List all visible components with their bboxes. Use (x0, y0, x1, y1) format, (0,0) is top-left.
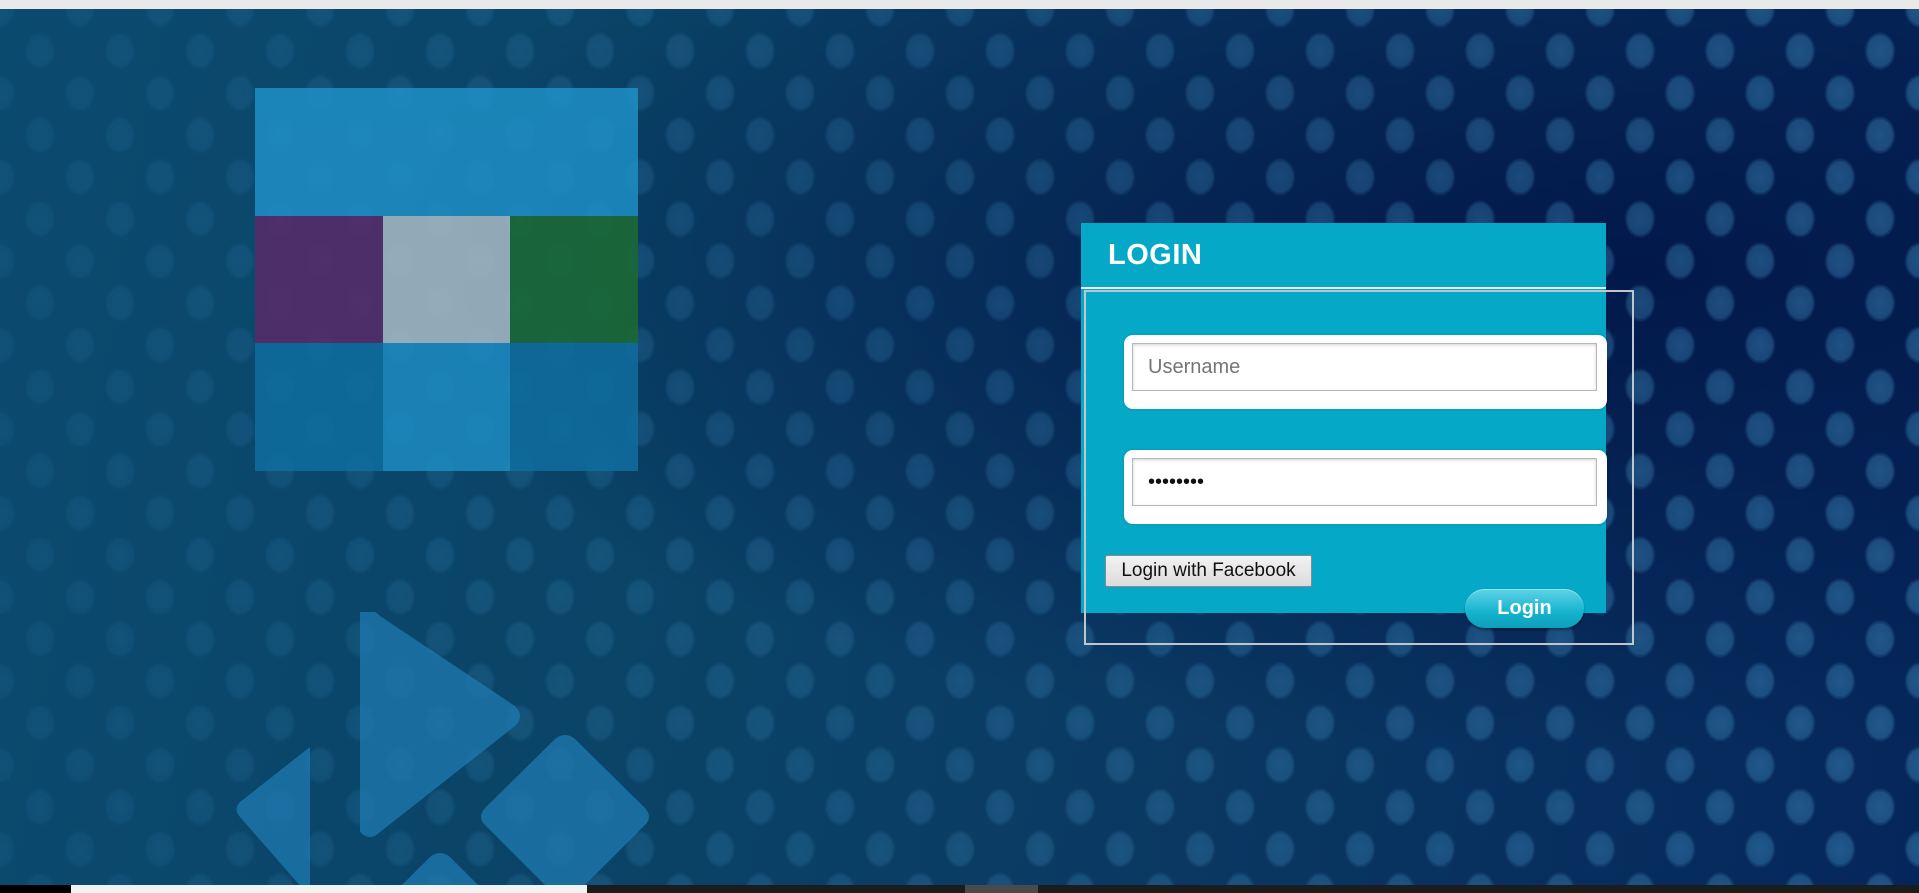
tile-light-blue (383, 343, 510, 471)
tile-dark-blue-right (510, 343, 638, 471)
tile-dark-blue-left (255, 343, 383, 471)
top-bar (0, 0, 1919, 9)
bottom-bar-segment-dark (0, 885, 71, 893)
tile-gray (383, 216, 510, 343)
bottom-bar-segment-light (71, 885, 587, 893)
bottom-bar (0, 885, 1919, 893)
kodi-logo-icon (236, 612, 649, 893)
tile-green (510, 216, 638, 343)
password-field-wrapper (1124, 450, 1607, 524)
login-button[interactable]: Login (1465, 589, 1584, 628)
username-input[interactable] (1132, 343, 1597, 391)
login-title: LOGIN (1108, 239, 1203, 271)
login-screen: LOGIN Login with Facebook Login (0, 0, 1919, 893)
title-divider (1081, 287, 1606, 289)
tile-grid-icon (255, 88, 638, 471)
login-with-facebook-button[interactable]: Login with Facebook (1105, 555, 1312, 587)
password-input[interactable] (1132, 458, 1597, 506)
tile-purple (255, 216, 383, 343)
tile-top (255, 88, 638, 216)
username-field-wrapper (1124, 335, 1607, 409)
bottom-bar-segment-gray (965, 885, 1038, 893)
